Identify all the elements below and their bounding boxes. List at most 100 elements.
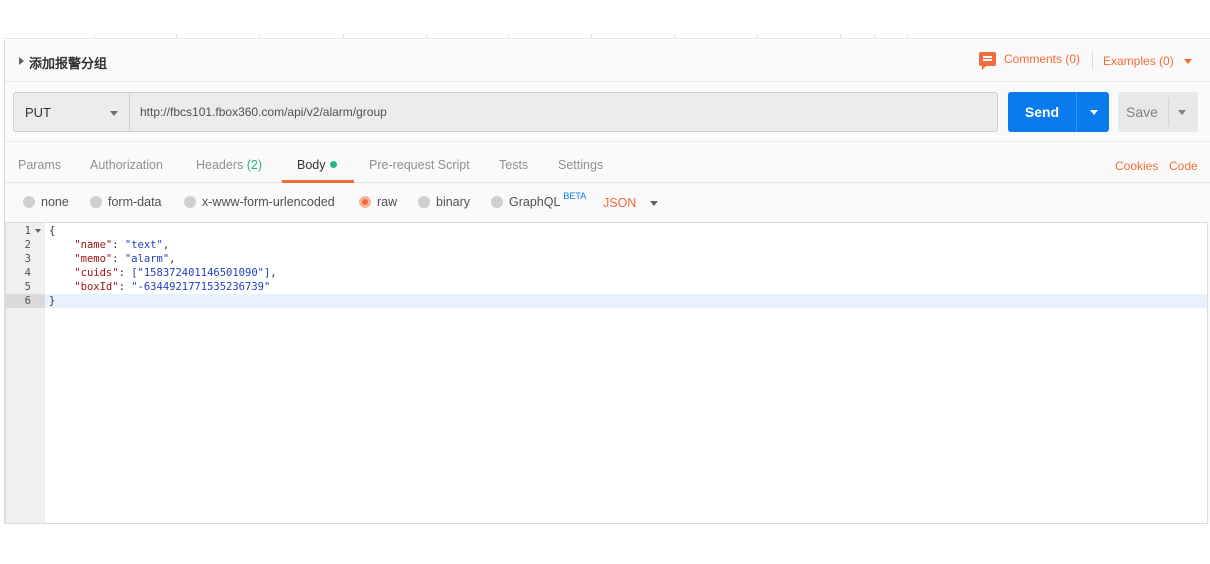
code-editor[interactable]: 1 { 2 "name": "text", 3 "memo": "alarm",… [5,222,1208,524]
radio-urlencoded-label: x-www-form-urlencoded [202,195,335,209]
tick-mark [94,34,95,39]
examples-dropdown[interactable]: Examples (0) [1103,54,1192,68]
radio-icon[interactable] [184,196,196,208]
json-value: "text" [124,239,163,251]
request-name-row: 添加报警分组 Comments (0) Examples (0) [5,40,1210,82]
window-top-strip [0,0,1210,40]
chevron-down-icon [1183,58,1192,64]
cookies-link[interactable]: Cookies [1115,159,1158,173]
tab-tests[interactable]: Tests [499,158,528,172]
tick-mark [176,34,177,39]
code-link[interactable]: Code [1169,159,1198,173]
tick-mark [508,34,509,39]
radio-form-data[interactable]: form-data [90,195,162,209]
comment-icon [979,52,996,70]
radio-binary-label: binary [436,195,471,209]
tab-authorization[interactable]: Authorization [90,158,163,172]
format-label: JSON [603,196,637,210]
json-value: "-6344921771535236739" [131,281,271,293]
url-input[interactable]: http://fbcs101.fbox360.com/api/v2/alarm/… [129,92,998,132]
top-divider [4,38,1210,39]
code-line: 1 { [6,224,1207,238]
chevron-down-icon [110,111,118,116]
radio-icon[interactable] [90,196,102,208]
code-text: "memo": "alarm", [74,253,176,265]
line-number: 6 [6,294,45,308]
format-dropdown[interactable]: JSON [603,196,659,210]
line-number: 1 [24,225,31,237]
code-line: 2 "name": "text", [6,238,1207,252]
tick-mark [874,34,875,39]
json-key: "boxId" [74,281,119,293]
save-label: Save [1126,104,1158,120]
code-text: "boxId": "-6344921771535236739" [74,281,271,293]
method-select[interactable]: PUT [13,92,129,132]
radio-graphql[interactable]: GraphQL BETA [491,191,586,209]
tab-params[interactable]: Params [18,158,61,172]
chevron-down-icon [650,200,659,206]
tab-body[interactable]: Body [297,158,337,172]
send-button[interactable]: Send [1008,92,1109,132]
radio-urlencoded[interactable]: x-www-form-urlencoded [184,195,335,209]
caret-right-icon[interactable] [19,57,24,65]
tick-mark [757,34,758,39]
beta-badge: BETA [563,191,587,201]
radio-none-label: none [41,195,69,209]
request-tabs: Params Authorization Headers (2) Body Pr… [5,142,1210,183]
radio-graphql-label: GraphQL [509,195,561,209]
comments-button[interactable]: Comments (0) [979,52,1081,70]
json-value: ["158372401146501090"] [131,267,271,279]
tick-mark [259,34,260,39]
code-text: "name": "text", [74,239,170,251]
headers-count: (2) [246,158,263,172]
header-divider [1092,52,1093,70]
chevron-down-icon[interactable] [1178,110,1186,115]
line-number: 5 [24,281,31,293]
code-line: 3 "memo": "alarm", [6,252,1207,266]
fold-arrow-icon[interactable] [35,229,41,233]
radio-icon[interactable] [418,196,430,208]
request-panel: 添加报警分组 Comments (0) Examples (0) PUT htt… [4,40,1210,524]
request-name[interactable]: 添加报警分组 [29,53,107,72]
radio-none[interactable]: none [23,195,69,209]
tab-headers-label: Headers [196,158,244,172]
code-text: "cuids": ["158372401146501090"], [74,267,277,279]
tick-mark [426,34,427,39]
tick-mark [840,34,841,39]
json-key: "name" [74,239,113,251]
comments-label: Comments (0) [1004,52,1081,66]
code-line: 5 "boxId": "-6344921771535236739" [6,280,1207,294]
tick-mark [591,34,592,39]
tick-mark [907,34,908,39]
code-line-active: 6 } [6,294,1207,308]
json-key: "memo" [74,253,113,265]
tab-body-label: Body [297,158,326,172]
tick-mark [343,34,344,39]
method-label: PUT [25,105,51,120]
chevron-down-icon[interactable] [1090,110,1098,115]
json-key: "cuids" [74,267,119,279]
tab-pre-request-script[interactable]: Pre-request Script [369,158,470,172]
url-bar: PUT http://fbcs101.fbox360.com/api/v2/al… [5,82,1210,142]
code-text: { [49,225,56,237]
radio-binary[interactable]: binary [418,195,470,209]
json-value: "alarm" [124,253,170,265]
line-number: 3 [24,253,31,265]
send-split-divider [1076,92,1077,132]
radio-checked-icon[interactable] [359,196,371,208]
tab-settings[interactable]: Settings [558,158,603,172]
line-number: 4 [24,267,31,279]
tab-headers[interactable]: Headers (2) [196,158,262,172]
radio-icon[interactable] [491,196,503,208]
examples-label: Examples (0) [1103,54,1174,68]
code-line: 4 "cuids": ["158372401146501090"], [6,266,1207,280]
radio-raw[interactable]: raw [359,195,397,209]
body-mode-selector: none form-data x-www-form-urlencoded raw… [5,183,1210,222]
save-split-divider [1168,98,1169,126]
tick-mark [674,34,675,39]
save-button[interactable]: Save [1118,92,1198,132]
status-dot-icon [329,161,337,168]
radio-icon[interactable] [23,196,35,208]
line-number: 2 [24,239,31,251]
url-value: http://fbcs101.fbox360.com/api/v2/alarm/… [140,105,387,119]
